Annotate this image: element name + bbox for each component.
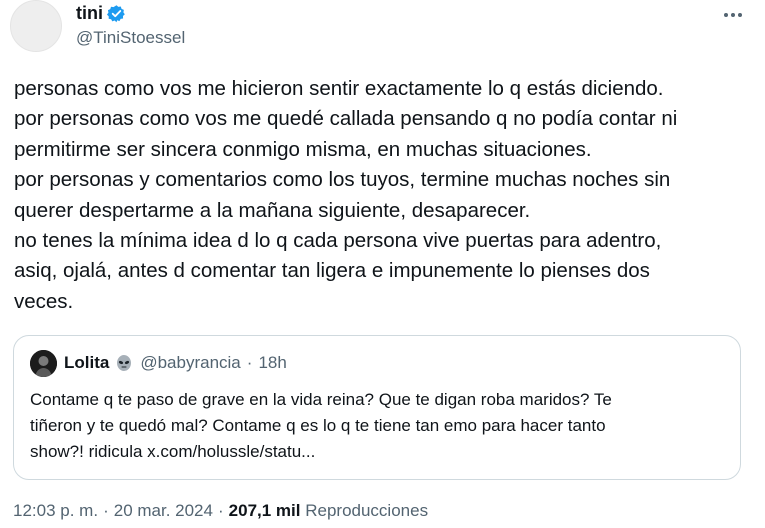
quoted-text: Contame q te paso de grave en la vida re… <box>30 387 730 465</box>
verified-badge-icon <box>107 4 126 23</box>
tweet-line: asiq, ojalá, antes d comentar tan ligera… <box>14 259 650 283</box>
tweet-line: por personas como vos me quedé callada p… <box>14 107 678 131</box>
author-avatar[interactable] <box>10 0 62 52</box>
more-options-icon[interactable] <box>723 4 743 18</box>
tweet-line: querer despertarme a la mañana siguiente… <box>14 198 531 222</box>
tweet-date[interactable]: 20 mar. 2024 <box>114 501 213 520</box>
footer-separator: · <box>217 501 224 520</box>
quoted-tweet[interactable]: Lolita @babyrancia · 18h Contame q te pa… <box>13 335 741 480</box>
views-count[interactable]: 207,1 mil <box>229 501 301 520</box>
views-label: Reproducciones <box>305 501 429 520</box>
tweet-line: veces. <box>14 289 74 313</box>
tweet-line: personas como vos me hicieron sentir exa… <box>14 77 664 100</box>
author-header: tini @TiniStoessel <box>76 2 185 48</box>
quoted-author-avatar[interactable] <box>30 350 57 377</box>
tweet-time[interactable]: 12:03 p. m. <box>13 501 98 520</box>
quoted-line: show?! ridicula x.com/holussle/statu... <box>30 442 316 461</box>
tweet-line: no tenes la mínima idea d lo q cada pers… <box>14 229 662 253</box>
quoted-time[interactable]: 18h <box>258 353 286 373</box>
tweet-card: tini @TiniStoessel personas como vos me … <box>0 0 765 528</box>
author-handle[interactable]: @TiniStoessel <box>76 28 185 48</box>
tweet-line: por personas y comentarios como los tuyo… <box>14 168 671 192</box>
quoted-display-name[interactable]: Lolita <box>64 353 109 373</box>
tweet-text: personas como vos me hicieron sentir exa… <box>14 74 754 317</box>
tweet-line: permitirme ser sincera conmigo misma, en… <box>14 137 592 161</box>
author-display-name[interactable]: tini <box>76 3 103 24</box>
quoted-separator: · <box>246 353 253 372</box>
tweet-footer: 12:03 p. m. · 20 mar. 2024 · 207,1 mil Repro… <box>13 501 428 521</box>
quoted-line: Contame q te paso de grave en la vida re… <box>30 390 612 409</box>
quoted-line: tiñeron y te quedó mal? Contame q es lo … <box>30 416 606 435</box>
display-name-row: tini <box>76 2 185 24</box>
alien-emoji-icon <box>115 354 133 372</box>
footer-separator: · <box>103 501 109 520</box>
quoted-header: Lolita @babyrancia · 18h <box>64 353 287 373</box>
quoted-handle[interactable]: @babyrancia <box>140 353 240 373</box>
